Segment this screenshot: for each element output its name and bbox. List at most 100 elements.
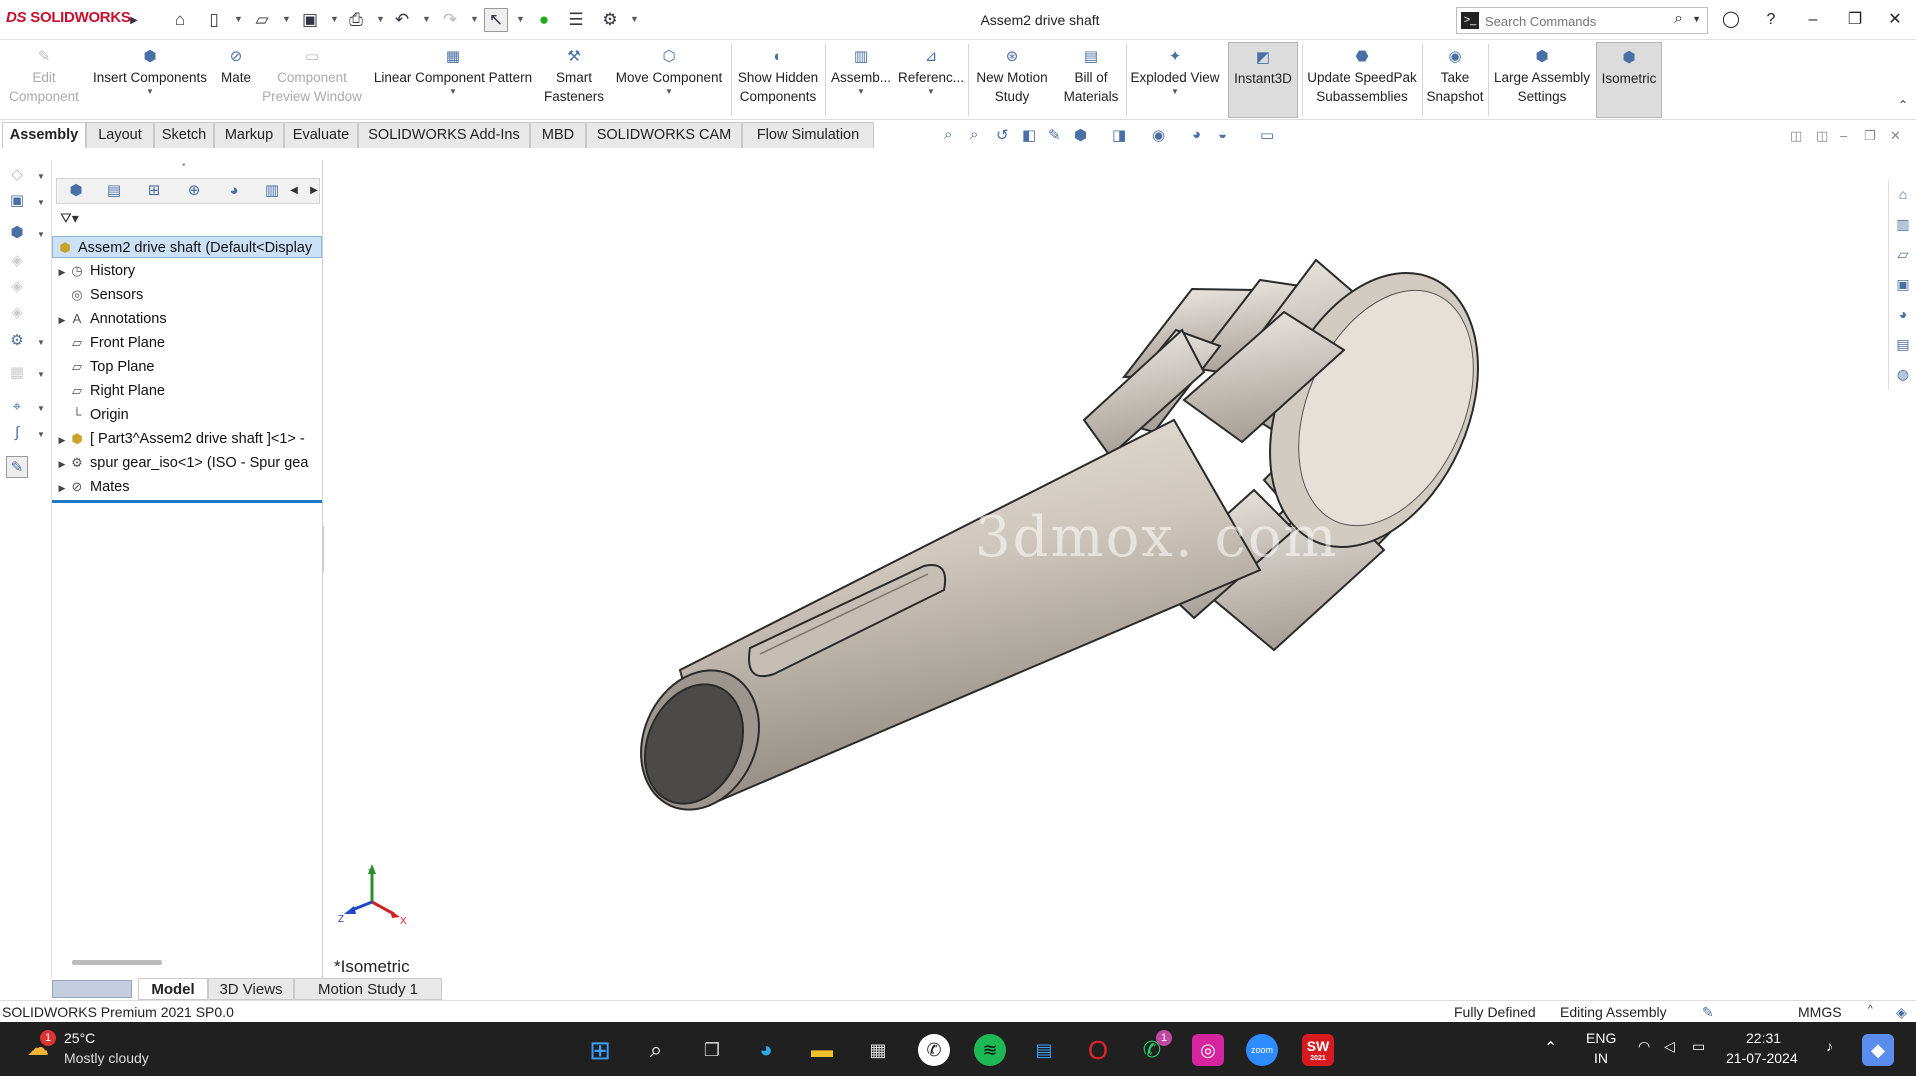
solidworks-logo[interactable]: DS SOLIDWORKS: [6, 9, 131, 26]
chevron-right-icon[interactable]: ▶: [122, 8, 146, 32]
redo-icon[interactable]: ↷: [438, 8, 462, 32]
tree-item-origin[interactable]: └ Origin: [52, 404, 322, 426]
previous-view-icon[interactable]: ↺: [996, 126, 1009, 144]
open-dropdown-icon[interactable]: ▼: [282, 14, 291, 24]
smart-fasteners-button[interactable]: ⚒ Smart Fasteners: [540, 42, 608, 118]
file-explorer-icon[interactable]: ▬: [806, 1034, 838, 1066]
toolbar-icon-9[interactable]: ⌖: [6, 396, 28, 418]
close-button[interactable]: ✕: [1880, 6, 1910, 34]
viewport-split-icon[interactable]: ◫: [1790, 128, 1802, 144]
expand-arrow-icon[interactable]: ▶: [56, 429, 68, 450]
toolbar-icon-10[interactable]: ∫: [6, 422, 28, 444]
notification-bell-icon[interactable]: ♪: [1826, 1038, 1833, 1054]
user-account-icon[interactable]: ◯: [1716, 6, 1746, 34]
tab-motion-study-1[interactable]: Motion Study 1: [294, 978, 442, 1000]
configuration-manager-tab-icon[interactable]: ⊞: [143, 181, 165, 201]
wifi-icon[interactable]: ◠: [1638, 1038, 1650, 1055]
cam-tab-icon[interactable]: ▥: [261, 181, 283, 201]
expand-arrow-icon[interactable]: ▶: [56, 309, 68, 330]
view-palette-icon[interactable]: ▣: [1893, 274, 1913, 294]
tree-item-front-plane[interactable]: ▱ Front Plane: [52, 332, 322, 354]
tab-flow-simulation[interactable]: Flow Simulation: [742, 122, 874, 148]
take-snapshot-button[interactable]: ◉ Take Snapshot: [1424, 42, 1486, 118]
zoom-to-fit-icon[interactable]: ⌕: [944, 126, 952, 143]
dropdown-icon[interactable]: ▼: [610, 87, 728, 97]
clock-time[interactable]: 22:31: [1746, 1030, 1781, 1046]
viewport-minimize-button[interactable]: –: [1840, 128, 1847, 143]
tab-model[interactable]: Model: [138, 978, 208, 1000]
dropdown-icon[interactable]: ▼: [1128, 87, 1222, 97]
tab-sketch[interactable]: Sketch: [154, 122, 214, 148]
linear-component-pattern-button[interactable]: ▦ Linear Component Pattern ▼: [368, 42, 538, 118]
feature-manager-tab-icon[interactable]: ⬢: [65, 181, 87, 201]
toolbar-icon-3[interactable]: ⬢: [6, 222, 28, 244]
edge-browser-icon[interactable]: ◕: [750, 1034, 782, 1066]
solidworks-forum-icon[interactable]: ◍: [1893, 364, 1913, 384]
unit-system-selector[interactable]: MMGS: [1798, 1004, 1842, 1020]
tree-item-mates[interactable]: ▶ ⊘ Mates: [52, 476, 322, 498]
toolbar-icon-5[interactable]: ◈: [6, 276, 28, 298]
instant3d-button[interactable]: ◩ Instant3D: [1228, 42, 1298, 118]
tree-item-history[interactable]: ▶ ◷ History: [52, 260, 322, 282]
new-motion-study-button[interactable]: ⊛ New Motion Study: [970, 42, 1054, 118]
restore-button[interactable]: ❐: [1840, 6, 1870, 34]
tree-item-right-plane[interactable]: ▱ Right Plane: [52, 380, 322, 402]
spotify-icon[interactable]: ≋: [974, 1034, 1006, 1066]
undo-icon[interactable]: ↶: [390, 8, 414, 32]
whatsapp-icon[interactable]: ✆: [918, 1034, 950, 1066]
file-explorer-icon[interactable]: ▱: [1893, 244, 1913, 264]
new-document-icon[interactable]: ▯: [202, 8, 226, 32]
appearances-icon[interactable]: ◕: [1893, 304, 1913, 324]
exploded-view-button[interactable]: ✦ Exploded View ▼: [1128, 42, 1222, 118]
instagram-icon[interactable]: ◎: [1192, 1034, 1224, 1066]
new-dropdown-icon[interactable]: ▼: [234, 14, 243, 24]
toolbar-icon-2[interactable]: ▣: [6, 190, 28, 212]
print-dropdown-icon[interactable]: ▼: [376, 14, 385, 24]
tabs-left-arrow-icon[interactable]: ◀: [283, 181, 305, 201]
panel-drag-handle[interactable]: •: [182, 160, 186, 171]
solidworks-resources-icon[interactable]: ⌂: [1893, 184, 1913, 204]
search-dropdown-icon[interactable]: ▼: [1692, 14, 1701, 24]
update-speedpak-button[interactable]: ⬣ Update SpeedPak Subassemblies: [1304, 42, 1420, 118]
tree-item-spur-gear[interactable]: ▶ ⚙ spur gear_iso<1> (ISO - Spur gea: [52, 452, 322, 474]
isometric-button[interactable]: ⬢ Isometric: [1596, 42, 1662, 118]
language-indicator[interactable]: ENG: [1586, 1030, 1616, 1046]
dimxpert-tab-icon[interactable]: ⊕: [183, 181, 205, 201]
tab-3d-views[interactable]: 3D Views: [208, 978, 294, 1000]
tree-item-part3[interactable]: ▶ ⬢[ Part3^Assem2 drive shaft ]<1> -: [52, 428, 322, 450]
filter-icon[interactable]: ⛛▾: [60, 210, 79, 227]
weather-description[interactable]: Mostly cloudy: [64, 1050, 149, 1066]
display-manager-tab-icon[interactable]: ◕: [223, 181, 245, 201]
zoom-to-area-icon[interactable]: ⌕: [970, 126, 978, 143]
redo-dropdown-icon[interactable]: ▼: [470, 14, 479, 24]
save-dropdown-icon[interactable]: ▼: [330, 14, 339, 24]
mate-button[interactable]: ⊘ Mate: [214, 42, 258, 118]
viewport-close-button[interactable]: ✕: [1890, 128, 1901, 144]
status-options-icon[interactable]: ◈: [1896, 1004, 1907, 1021]
search-icon[interactable]: ⌕: [640, 1034, 672, 1066]
expand-arrow-icon[interactable]: ▶: [56, 261, 68, 282]
property-manager-tab-icon[interactable]: ▤: [103, 181, 125, 201]
search-commands-input[interactable]: [1485, 11, 1665, 31]
viewport-split2-icon[interactable]: ◫: [1816, 128, 1828, 144]
tab-solidworks-add-ins[interactable]: SOLIDWORKS Add-Ins: [358, 122, 530, 148]
expand-arrow-icon[interactable]: ▶: [56, 477, 68, 498]
home-icon[interactable]: ⌂: [168, 8, 192, 32]
tab-scroll-arrows[interactable]: [52, 980, 132, 998]
dynamic-annotation-icon[interactable]: ✎: [1048, 126, 1061, 144]
print-icon[interactable]: ⎙: [344, 8, 368, 32]
design-library-icon[interactable]: ▥: [1893, 214, 1913, 234]
toolbar-icon-7[interactable]: ⚙: [6, 330, 28, 352]
reference-geometry-button[interactable]: ⊿ Referenc... ▼: [896, 42, 966, 118]
search-icon[interactable]: ⌕: [1674, 10, 1683, 28]
edit-component-button[interactable]: ✎ Edit Component: [4, 42, 84, 118]
toolbar-icon-6[interactable]: ◈: [6, 302, 28, 324]
component-preview-window-button[interactable]: ▭ Component Preview Window: [258, 42, 366, 118]
notepad-icon[interactable]: ▤: [1028, 1034, 1060, 1066]
dropdown-icon[interactable]: ▼: [828, 87, 894, 97]
save-icon[interactable]: ▣: [298, 8, 322, 32]
toolbar-icon-11[interactable]: ✎: [6, 456, 28, 478]
battery-icon[interactable]: ▭: [1692, 1038, 1705, 1055]
tabs-right-arrow-icon[interactable]: ▶: [303, 181, 325, 201]
large-assembly-settings-button[interactable]: ⬢ Large Assembly Settings: [1490, 42, 1594, 118]
